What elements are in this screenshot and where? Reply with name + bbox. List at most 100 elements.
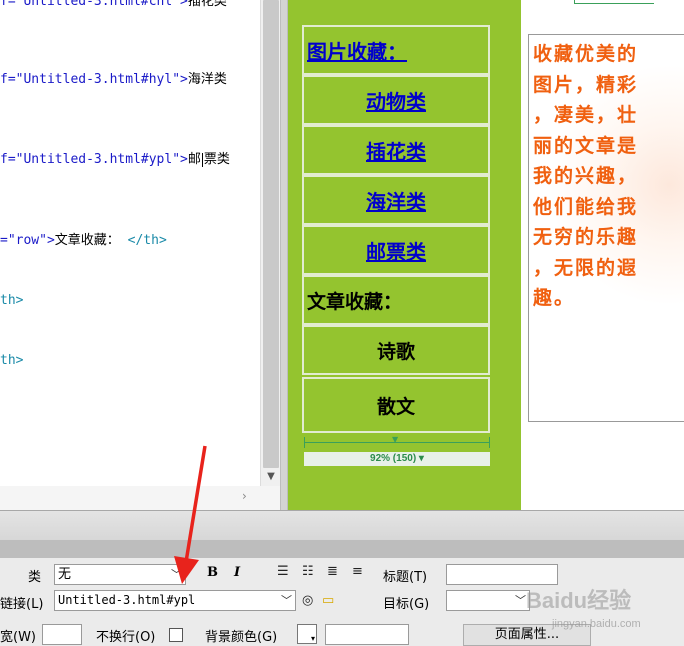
- table-width-ruler[interactable]: ▼ 92% (150) ▾: [304, 432, 490, 468]
- article-cell[interactable]: 收藏优美的 图片，精彩 ，凄美，壮 丽的文章是 我的兴趣， 他们能给我 无穷的乐趣 ，无限的遐…: [528, 34, 684, 422]
- properties-panel-tab-strip: [0, 540, 684, 558]
- code-bracket: >: [180, 0, 188, 9]
- nowrap-label: 不换行(O): [96, 630, 156, 645]
- ruler-tick: [304, 437, 305, 448]
- code-line[interactable]: f="Untitled-3.html#hyl">海洋类: [0, 72, 227, 88]
- code-horizontal-scrollbar[interactable]: ›: [0, 486, 280, 510]
- nav-link-ocean[interactable]: 海洋类: [366, 186, 426, 215]
- nav-item-poetry: 诗歌: [376, 340, 415, 363]
- nav-cell[interactable]: 动物类: [302, 75, 490, 125]
- scroll-down-arrow-icon[interactable]: ▼: [261, 468, 281, 486]
- chevron-down-icon: ▾: [310, 634, 315, 643]
- scrollbar-thumb[interactable]: [263, 0, 279, 468]
- code-bracket: >: [180, 152, 188, 167]
- width-input[interactable]: [42, 624, 82, 645]
- target-select[interactable]: ﹀: [446, 590, 530, 611]
- nav-link-animals[interactable]: 动物类: [366, 86, 426, 115]
- watermark-text: Baidu经验: [526, 588, 632, 613]
- view-splitter[interactable]: [280, 0, 288, 510]
- unordered-list-icon[interactable]: ☰: [277, 564, 289, 579]
- link-label: 链接(L): [0, 597, 44, 612]
- indent-icon[interactable]: ≡: [352, 564, 363, 579]
- nav-cell[interactable]: 插花类: [302, 125, 490, 175]
- scroll-right-arrow-icon[interactable]: ›: [242, 489, 247, 503]
- article-collection-heading: 文章收藏：: [307, 290, 403, 313]
- text-cursor: [201, 152, 203, 167]
- table-width-label[interactable]: 92% (150) ▾: [304, 452, 490, 466]
- code-string: "Untitled-3.html#chl": [15, 0, 181, 9]
- code-tag: th>: [0, 353, 24, 368]
- article-line: 无穷的乐趣: [533, 226, 639, 248]
- code-string: "Untitled-3.html#hyl": [15, 72, 181, 87]
- target-label: 目标(G): [383, 597, 430, 612]
- ruler-dropdown-icon[interactable]: ▼: [392, 435, 398, 444]
- code-string: "row": [7, 233, 47, 248]
- link-input[interactable]: Untitled-3.html#ypl ﹀: [54, 590, 296, 611]
- italic-button[interactable]: I: [234, 565, 240, 580]
- bgcolor-label: 背景颜色(G): [205, 630, 278, 645]
- nav-header-cell[interactable]: 文章收藏：: [302, 275, 490, 325]
- code-bracket: >: [180, 72, 188, 87]
- code-text: 文章收藏：: [54, 233, 120, 248]
- chevron-down-icon[interactable]: ﹀: [171, 565, 182, 584]
- point-to-file-icon[interactable]: ◎: [302, 593, 313, 608]
- picture-collection-link[interactable]: 图片收藏：: [307, 36, 407, 65]
- nav-cell[interactable]: 散文: [302, 377, 490, 433]
- title-label: 标题(T): [383, 570, 428, 585]
- nav-link-flowers[interactable]: 插花类: [366, 136, 426, 165]
- nav-cell[interactable]: 邮票类: [302, 225, 490, 275]
- code-text: 票类: [203, 152, 230, 167]
- page-properties-label: 页面属性...: [494, 627, 560, 642]
- code-bracket: >: [46, 233, 55, 248]
- nav-link-stamps[interactable]: 邮票类: [366, 236, 426, 265]
- nav-item-prose: 散文: [376, 395, 415, 418]
- code-line[interactable]: th>: [0, 353, 23, 369]
- class-select[interactable]: 无 ﹀: [54, 564, 186, 585]
- code-line[interactable]: f="Untitled-3.html#chl">插花类: [0, 0, 227, 10]
- outdent-icon[interactable]: ≣: [327, 564, 338, 579]
- ordered-list-icon[interactable]: ☷: [302, 564, 314, 579]
- code-line[interactable]: th>: [0, 293, 23, 309]
- design-view[interactable]: 图片收藏： 动物类 插花类 海洋类 邮票类 文章收藏： 诗歌 散文 ▼ 92% …: [288, 0, 684, 510]
- article-line: ，无限的遐: [533, 256, 639, 279]
- nowrap-checkbox[interactable]: [169, 628, 183, 642]
- chevron-down-icon[interactable]: ﹀: [281, 591, 292, 610]
- nav-panel: 图片收藏： 动物类 插花类 海洋类 邮票类 文章收藏： 诗歌 散文 ▼ 92% …: [288, 0, 521, 510]
- article-text: 收藏优美的 图片，精彩 ，凄美，壮 丽的文章是 我的兴趣， 他们能给我 无穷的乐趣 ，无限的遐…: [533, 39, 684, 314]
- baidu-watermark-url: jingyan.baidu.com: [552, 618, 641, 630]
- bold-button[interactable]: B: [207, 565, 218, 580]
- code-view[interactable]: f="Untitled-3.html#chl">插花类 f="Untitled-…: [0, 0, 260, 486]
- code-line[interactable]: f="Untitled-3.html#ypl">邮 票类: [0, 152, 230, 168]
- code-tag: </th>: [127, 233, 167, 248]
- article-line: 趣。: [533, 287, 576, 309]
- article-line: 他们能给我: [533, 195, 639, 218]
- chevron-down-icon[interactable]: ﹀: [515, 591, 526, 610]
- nav-cell[interactable]: 诗歌: [302, 325, 490, 375]
- class-value: 无: [58, 567, 72, 582]
- article-line: 收藏优美的: [533, 43, 639, 65]
- nav-cell[interactable]: 海洋类: [302, 175, 490, 225]
- code-text: 插花类: [187, 0, 227, 9]
- code-attr: f=: [0, 0, 16, 9]
- article-line: 我的兴趣，: [533, 165, 639, 187]
- bgcolor-input[interactable]: [325, 624, 409, 645]
- bgcolor-swatch[interactable]: ▾: [297, 624, 317, 644]
- table-width-value: 92% (150): [370, 453, 417, 464]
- folder-icon[interactable]: ▭: [322, 593, 334, 608]
- title-input[interactable]: [446, 564, 558, 585]
- code-line[interactable]: ="row">文章收藏： </th>: [0, 233, 167, 249]
- code-text: 邮: [187, 152, 201, 167]
- code-attr: f=: [0, 72, 16, 87]
- code-vertical-scrollbar[interactable]: ▼: [260, 0, 280, 486]
- article-line: 丽的文章是: [533, 134, 639, 157]
- width-label: 宽(W): [0, 630, 36, 645]
- link-value: Untitled-3.html#ypl: [58, 593, 196, 607]
- baidu-watermark: Baidu经验: [526, 583, 631, 615]
- code-attr: =: [0, 233, 8, 248]
- code-tag: th>: [0, 293, 24, 308]
- code-text: 海洋类: [187, 72, 227, 87]
- watermark-url: jingyan.baidu.com: [552, 618, 641, 630]
- code-attr: f=: [0, 152, 16, 167]
- nav-header-cell[interactable]: 图片收藏：: [302, 25, 490, 75]
- table-outline: [574, 0, 654, 4]
